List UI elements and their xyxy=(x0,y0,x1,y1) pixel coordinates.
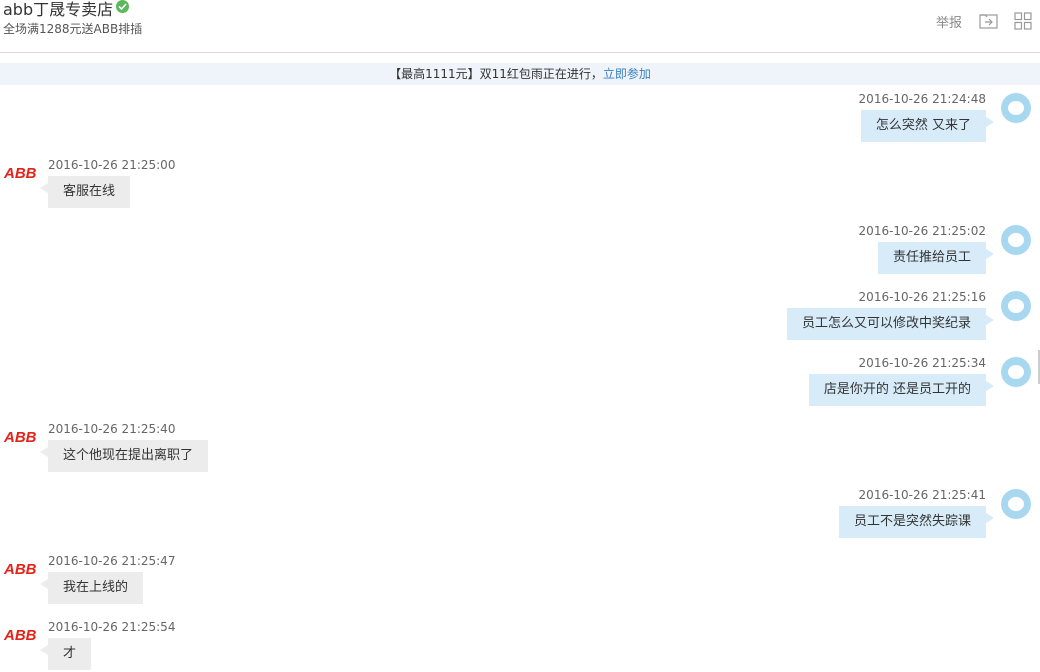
banner-text: 【最高1111元】双11红包雨正在进行， xyxy=(389,67,603,81)
abb-logo-avatar[interactable]: ABB xyxy=(4,561,37,578)
message-bubble: 这个他现在提出离职了 xyxy=(39,440,209,472)
message-bubble: 责任推给员工 xyxy=(877,242,995,274)
message-timestamp: 2016-10-26 21:25:00 xyxy=(48,158,176,172)
user-avatar[interactable] xyxy=(1001,357,1031,387)
message-timestamp: 2016-10-26 21:24:48 xyxy=(858,92,986,106)
message-bubble: 员工不是突然失踪课 xyxy=(838,506,995,538)
message-bubble: 客服在线 xyxy=(39,176,131,208)
message-bubble: 我在上线的 xyxy=(39,572,144,604)
chat-header: abb丁晟专卖店 全场满1288元送ABB排插 举报 xyxy=(0,0,1040,53)
promo-banner: 【最高1111元】双11红包雨正在进行，立即参加 xyxy=(0,63,1040,85)
abb-logo-avatar[interactable]: ABB xyxy=(4,165,37,182)
message-bubble: 怎么突然 又来了 xyxy=(860,110,995,142)
shop-promo-text: 全场满1288元送ABB排插 xyxy=(3,22,143,36)
verified-check-icon xyxy=(116,0,130,13)
message-timestamp: 2016-10-26 21:25:02 xyxy=(858,224,986,238)
shop-title: abb丁晟专卖店 xyxy=(3,0,130,20)
export-icon[interactable] xyxy=(979,12,999,30)
message-timestamp: 2016-10-26 21:25:54 xyxy=(48,620,176,634)
abb-logo-avatar[interactable]: ABB xyxy=(4,627,37,644)
message-timestamp: 2016-10-26 21:25:40 xyxy=(48,422,176,436)
user-avatar[interactable] xyxy=(1001,93,1031,123)
message-timestamp: 2016-10-26 21:25:47 xyxy=(48,554,176,568)
banner-join-link[interactable]: 立即参加 xyxy=(603,67,651,81)
message-timestamp: 2016-10-26 21:25:34 xyxy=(858,356,986,370)
message-timestamp: 2016-10-26 21:25:41 xyxy=(858,488,986,502)
user-avatar[interactable] xyxy=(1001,225,1031,255)
grid-icon[interactable] xyxy=(1014,12,1034,30)
message-bubble: 员工怎么又可以修改中奖纪录 xyxy=(786,308,995,340)
message-timestamp: 2016-10-26 21:25:16 xyxy=(858,290,986,304)
shop-name[interactable]: abb丁晟专卖店 xyxy=(3,0,113,19)
report-button[interactable]: 举报 xyxy=(936,12,962,31)
user-avatar[interactable] xyxy=(1001,489,1031,519)
abb-logo-avatar[interactable]: ABB xyxy=(4,429,37,446)
message-bubble: 才 xyxy=(39,638,92,670)
user-avatar[interactable] xyxy=(1001,291,1031,321)
message-bubble: 店是你开的 还是员工开的 xyxy=(808,374,995,406)
